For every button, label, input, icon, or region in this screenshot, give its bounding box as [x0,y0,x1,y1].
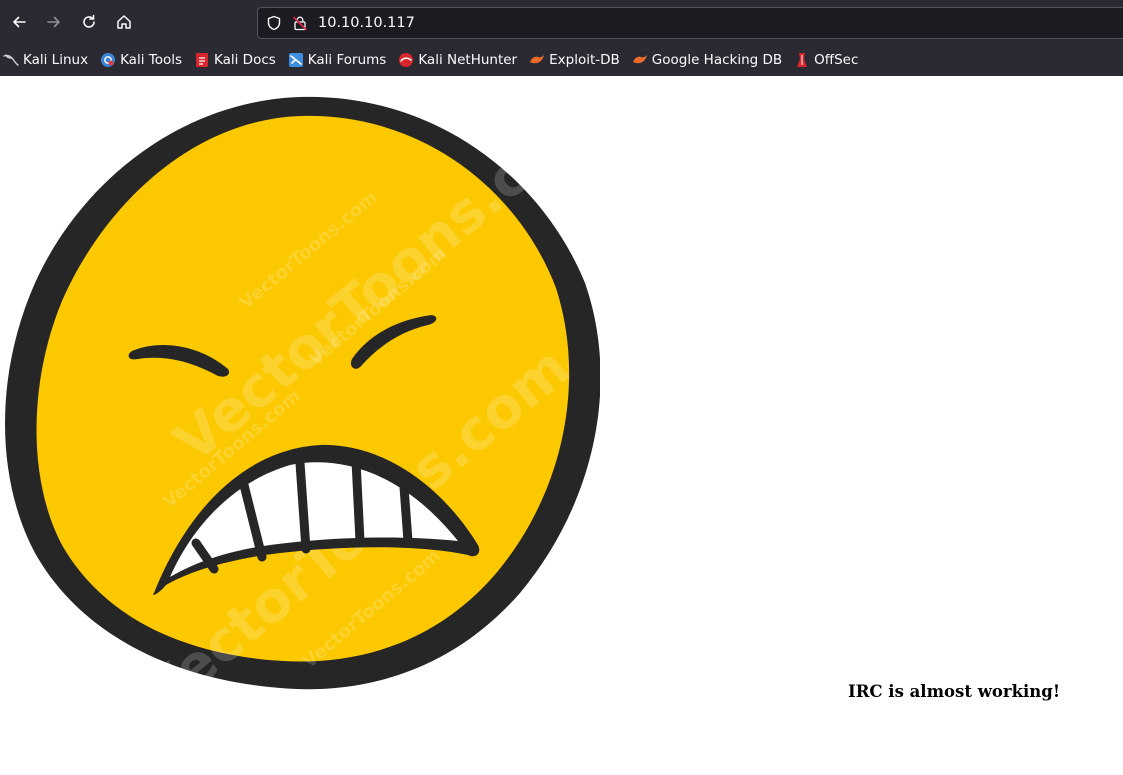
bookmark-kali-linux[interactable]: Kali Linux [3,52,88,68]
bookmark-kali-forums[interactable]: Kali Forums [288,51,387,68]
kali-forums-icon [288,52,304,68]
angry-face-icon: VectorToons.com VectorToons.com VectorTo… [5,81,615,729]
bookmark-label: Exploit-DB [549,51,620,68]
browser-chrome: 10.10.10.117 Kali Linux Kali Tools Kali … [0,0,1123,77]
bookmark-label: Kali NetHunter [418,51,518,68]
reload-button[interactable] [73,6,105,38]
address-bar[interactable]: 10.10.10.117 [257,7,1123,39]
kali-tools-icon [100,52,116,68]
reload-icon [83,14,95,28]
bookmark-exploit-db[interactable]: Exploit-DB [529,52,620,68]
bookmark-label: Kali Tools [120,51,182,68]
home-button[interactable] [108,6,140,38]
kali-dragon-icon [3,52,19,68]
insecure-lock-icon[interactable] [292,15,308,31]
forward-button[interactable] [38,6,70,38]
home-icon [117,15,131,29]
bookmarks-toolbar: Kali Linux Kali Tools Kali Docs Kali For… [0,44,1123,75]
url-text[interactable]: 10.10.10.117 [318,15,415,31]
bookmark-kali-tools[interactable]: Kali Tools [100,52,182,68]
bookmark-label: OffSec [814,51,859,68]
page-message: IRC is almost working! [848,682,1061,701]
bookmark-kali-docs[interactable]: Kali Docs [194,52,276,68]
kali-nethunter-icon [398,52,414,68]
shield-icon[interactable] [266,15,282,31]
ghdb-icon [632,52,648,68]
bookmark-label: Kali Docs [214,51,276,68]
back-button[interactable] [3,6,35,38]
bookmark-label: Kali Forums [307,51,387,68]
kali-docs-icon [194,52,210,68]
back-arrow-icon [13,16,26,28]
angry-face-image: VectorToons.com VectorToons.com VectorTo… [0,81,615,729]
page-content: VectorToons.com VectorToons.com VectorTo… [0,76,1123,775]
bookmark-kali-nethunter[interactable]: Kali NetHunter [398,52,517,68]
bookmark-google-hacking-db[interactable]: Google Hacking DB [632,52,782,68]
offsec-icon [794,52,810,68]
bookmark-label: Google Hacking DB [651,51,783,68]
forward-arrow-icon [47,16,60,28]
bookmark-label: Kali Linux [23,51,89,68]
bookmark-offsec[interactable]: OffSec [794,52,858,68]
exploit-db-icon [529,52,545,68]
